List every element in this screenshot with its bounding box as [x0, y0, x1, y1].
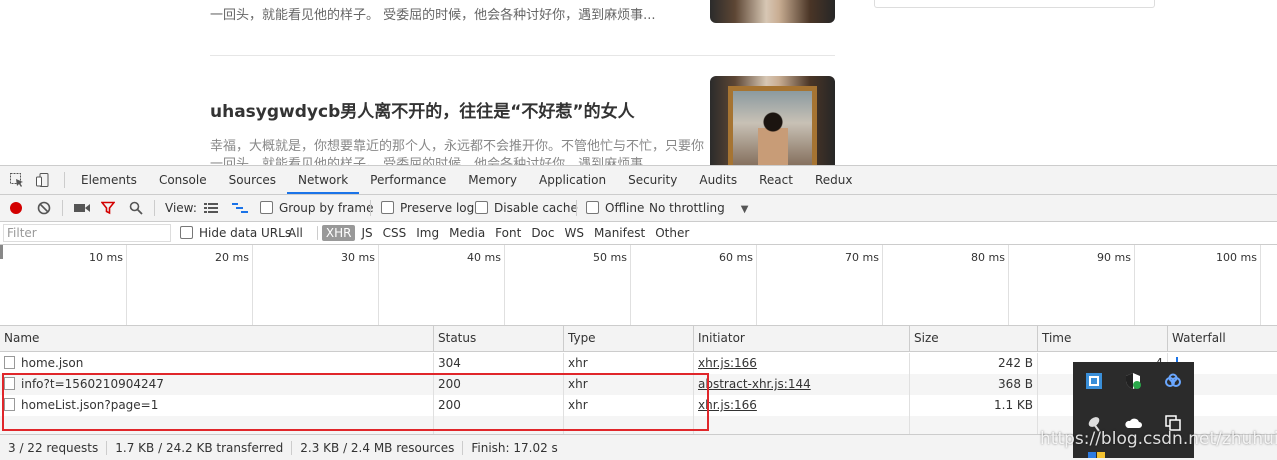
- tab-react[interactable]: React: [748, 166, 804, 194]
- tab-console[interactable]: Console: [148, 166, 218, 194]
- timeline-overview[interactable]: 10 ms 20 ms 30 ms 40 ms 50 ms 60 ms 70 m…: [0, 245, 1277, 326]
- waterfall-overview-icon[interactable]: [232, 202, 248, 214]
- timeline-tick: 100 ms: [1134, 245, 1261, 325]
- throttling-select[interactable]: No throttling ▼: [649, 195, 748, 221]
- group-by-frame-label: Group by frame: [279, 201, 374, 215]
- devtools-tabbar: Elements Console Sources Network Perform…: [0, 166, 1277, 195]
- screenshot-camera-icon[interactable]: [74, 203, 90, 213]
- filter-manifest[interactable]: Manifest: [590, 225, 649, 241]
- requests-count: 3 / 22 requests: [0, 440, 108, 455]
- tab-application[interactable]: Application: [528, 166, 617, 194]
- article-1-snippet: 一回头，就能看见他的样子。 受委屈的时候，他会各种讨好你，遇到麻烦事...: [210, 8, 656, 23]
- disable-cache-checkbox[interactable]: Disable cache: [475, 195, 578, 221]
- timeline-tick: 50 ms: [504, 245, 631, 325]
- timeline-tick: 10 ms: [0, 245, 127, 325]
- watermark-text: https://blog.csdn.net/zhuhui2000: [1040, 429, 1277, 449]
- filter-ws[interactable]: WS: [561, 225, 588, 241]
- view-label: View:: [165, 201, 197, 215]
- request-size: 242 B: [909, 353, 1037, 374]
- hide-data-urls-checkbox[interactable]: Hide data URLs: [180, 222, 291, 244]
- tab-memory[interactable]: Memory: [457, 166, 528, 194]
- resources-size: 2.3 KB / 2.4 MB resources: [292, 440, 464, 455]
- device-toolbar-icon[interactable]: [35, 172, 51, 188]
- record-button[interactable]: [10, 202, 22, 214]
- chevron-down-icon: ▼: [740, 204, 749, 215]
- tab-performance[interactable]: Performance: [359, 166, 457, 194]
- annotation-highlight-box: [2, 373, 709, 431]
- request-type: xhr: [563, 353, 693, 374]
- filter-doc[interactable]: Doc: [527, 225, 558, 241]
- preserve-log-checkbox[interactable]: Preserve log: [381, 195, 474, 221]
- table-header: Name Status Type Initiator Size Time Wat…: [0, 326, 1277, 352]
- filter-input[interactable]: [3, 224, 171, 242]
- col-type[interactable]: Type: [563, 326, 693, 351]
- tab-redux[interactable]: Redux: [804, 166, 864, 194]
- timeline-tick: 30 ms: [252, 245, 379, 325]
- app-tray-icon[interactable]: [1085, 372, 1103, 390]
- resource-type-filters: All XHR JS CSS Img Media Font Doc WS Man…: [284, 222, 695, 244]
- colored-tray-icon[interactable]: [1088, 450, 1106, 458]
- group-by-frame-checkbox[interactable]: Group by frame: [260, 195, 373, 221]
- col-name[interactable]: Name: [0, 326, 433, 351]
- article-divider: [210, 55, 835, 56]
- filter-icon[interactable]: [101, 201, 115, 215]
- timeline-tick: 70 ms: [756, 245, 883, 325]
- article-1-thumbnail[interactable]: [710, 0, 835, 23]
- request-name: home.json: [21, 356, 84, 370]
- filter-all[interactable]: All: [284, 225, 307, 241]
- tab-audits[interactable]: Audits: [688, 166, 748, 194]
- request-initiator-link[interactable]: xhr.js:166: [698, 356, 757, 370]
- article-2-thumbnail[interactable]: [710, 76, 835, 165]
- network-toolbar: View: Group by frame Preserve log Disabl…: [0, 195, 1277, 222]
- col-time[interactable]: Time: [1037, 326, 1167, 351]
- clear-icon[interactable]: [37, 201, 51, 215]
- cloud-drive-icon[interactable]: [1164, 372, 1182, 390]
- filter-xhr[interactable]: XHR: [321, 225, 356, 241]
- throttling-value: No throttling: [649, 201, 725, 215]
- transferred-size: 1.7 KB / 24.2 KB transferred: [107, 440, 293, 455]
- filter-bar: Hide data URLs All XHR JS CSS Img Media …: [0, 222, 1277, 245]
- preserve-log-label: Preserve log: [400, 201, 475, 215]
- tab-network[interactable]: Network: [287, 166, 360, 194]
- filter-other[interactable]: Other: [651, 225, 693, 241]
- devtools-tabs: Elements Console Sources Network Perform…: [70, 166, 863, 194]
- timeline-tick: 80 ms: [882, 245, 1009, 325]
- web-page: 一回头，就能看见他的样子。 受委屈的时候，他会各种讨好你，遇到麻烦事... uh…: [0, 0, 1277, 165]
- article-2-text: 幸福，大概就是，你想要靠近的那个人，永远都不会推开你。不管他忙与不忙，只要你一回…: [210, 139, 705, 165]
- tab-elements[interactable]: Elements: [70, 166, 148, 194]
- tab-security[interactable]: Security: [617, 166, 688, 194]
- disable-cache-label: Disable cache: [494, 201, 578, 215]
- timeline-tick: 60 ms: [630, 245, 757, 325]
- col-waterfall[interactable]: Waterfall: [1167, 326, 1277, 351]
- timeline-tick: 40 ms: [378, 245, 505, 325]
- col-status[interactable]: Status: [433, 326, 563, 351]
- file-icon: [4, 356, 15, 369]
- timeline-tick: 90 ms: [1008, 245, 1135, 325]
- inspect-element-icon[interactable]: [9, 172, 25, 188]
- request-status: 304: [433, 353, 563, 374]
- filter-img[interactable]: Img: [412, 225, 443, 241]
- timeline-tick: 20 ms: [126, 245, 253, 325]
- col-size[interactable]: Size: [909, 326, 1037, 351]
- security-shield-icon[interactable]: [1124, 372, 1142, 390]
- offline-label: Offline: [605, 201, 645, 215]
- filter-font[interactable]: Font: [491, 225, 525, 241]
- finish-time: Finish: 17.02 s: [471, 440, 558, 455]
- request-size: 1.1 KB: [909, 395, 1037, 416]
- request-size: 368 B: [909, 374, 1037, 395]
- offline-checkbox[interactable]: Offline: [586, 195, 644, 221]
- filter-media[interactable]: Media: [445, 225, 489, 241]
- col-initiator[interactable]: Initiator: [693, 326, 909, 351]
- request-initiator-link[interactable]: abstract-xhr.js:144: [698, 377, 811, 391]
- filter-js[interactable]: JS: [357, 225, 376, 241]
- hide-data-urls-label: Hide data URLs: [199, 226, 292, 240]
- search-icon[interactable]: [129, 201, 143, 215]
- sidebar-box: [874, 0, 1155, 8]
- tab-sources[interactable]: Sources: [218, 166, 287, 194]
- article-2-title[interactable]: uhasygwdycb男人离不开的，往往是“不好惹”的女人: [210, 97, 635, 122]
- filter-css[interactable]: CSS: [379, 225, 411, 241]
- large-rows-icon[interactable]: [204, 202, 218, 214]
